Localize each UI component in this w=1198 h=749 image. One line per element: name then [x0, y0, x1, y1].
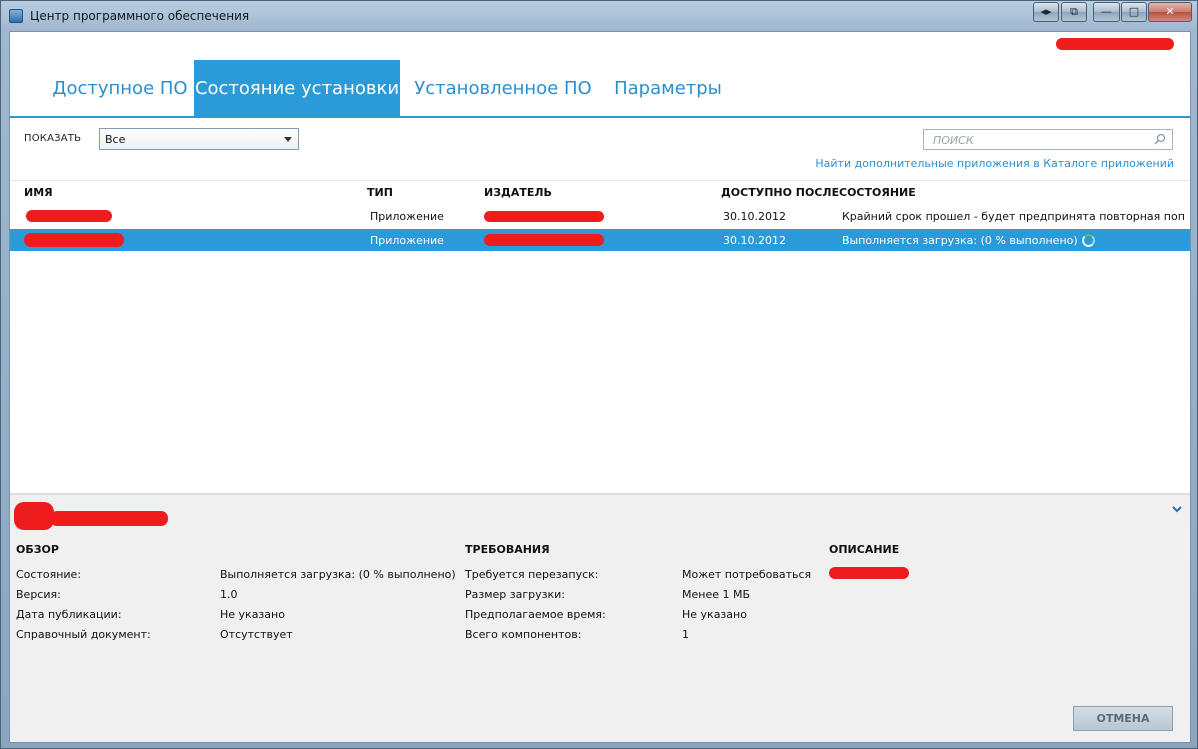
row-status: Крайний срок прошел - будет предпринята …	[842, 210, 1184, 223]
overview-label: Состояние:	[16, 568, 82, 581]
overview-title: ОБЗОР	[16, 543, 59, 556]
cancel-button[interactable]: ОТМЕНА	[1073, 706, 1173, 731]
row-available-after: 30.10.2012	[723, 210, 786, 223]
chevron-down-icon[interactable]	[1172, 505, 1182, 513]
row-type: Приложение	[370, 234, 444, 247]
requirements-title: ТРЕБОВАНИЯ	[465, 543, 550, 556]
loading-spinner-icon	[1081, 234, 1095, 247]
redacted-publisher	[484, 211, 604, 222]
column-header-type[interactable]: ТИП	[367, 186, 393, 199]
tab-options[interactable]: Параметры	[608, 60, 728, 116]
tab-installation-status[interactable]: Состояние установки	[194, 60, 400, 116]
redacted-user-name	[1056, 38, 1174, 50]
description-title: ОПИСАНИЕ	[829, 543, 900, 556]
client-area: Доступное ПО Состояние установки Установ…	[9, 31, 1191, 743]
requirements-value: Менее 1 МБ	[682, 588, 751, 601]
requirements-value: Может потребоваться	[682, 568, 812, 581]
overview-label: Дата публикации:	[16, 608, 122, 621]
table-row-selected[interactable]: Приложение 30.10.2012 Выполняется загруз…	[10, 229, 1190, 251]
requirements-value: 1	[682, 628, 689, 641]
window-title: Центр программного обеспечения	[30, 9, 250, 23]
search-placeholder: ПОИСК	[933, 134, 974, 147]
row-type: Приложение	[370, 210, 444, 223]
redacted-app-name	[24, 233, 124, 247]
filter-selected-value: Все	[105, 133, 126, 146]
nav-arrows-icon[interactable]: ◂▸	[1033, 2, 1059, 22]
redacted-app-title	[50, 511, 168, 526]
table-row[interactable]: Приложение 30.10.2012 Крайний срок проше…	[10, 205, 1190, 227]
column-header-name[interactable]: ИМЯ	[24, 186, 53, 199]
overview-value: 1.0	[220, 588, 238, 601]
details-pane: ОБЗОР Состояние: Выполняется загрузка: (…	[10, 493, 1190, 742]
redacted-description	[829, 567, 909, 579]
row-status-cell: Выполняется загрузка: (0 % выполнено)	[842, 234, 1095, 247]
chevron-down-icon	[284, 137, 292, 142]
software-center-icon	[9, 9, 23, 23]
requirements-label: Всего компонентов:	[465, 628, 582, 641]
minimize-button[interactable]: —	[1093, 2, 1120, 22]
overview-label: Версия:	[16, 588, 61, 601]
tab-installed-software[interactable]: Установленное ПО	[412, 60, 594, 116]
requirements-label: Требуется перезапуск:	[465, 568, 599, 581]
requirements-label: Размер загрузки:	[465, 588, 565, 601]
catalog-link[interactable]: Найти дополнительные приложения в Катало…	[815, 157, 1174, 170]
requirements-value: Не указано	[682, 608, 747, 621]
column-header-publisher[interactable]: ИЗДАТЕЛЬ	[484, 186, 552, 199]
tab-bar: Доступное ПО Состояние установки Установ…	[10, 60, 1190, 118]
column-header-available-after[interactable]: ДОСТУПНО ПОСЛЕ	[721, 186, 839, 199]
filter-label: ПОКАЗАТЬ	[24, 133, 82, 144]
filter-dropdown[interactable]: Все	[99, 128, 299, 150]
software-center-window: Центр программного обеспечения ◂▸ ⧉ — □ …	[0, 0, 1198, 749]
redacted-app-name	[26, 210, 112, 222]
overview-value: Выполняется загрузка: (0 % выполнено)	[220, 568, 456, 581]
requirements-label: Предполагаемое время:	[465, 608, 606, 621]
overview-value: Не указано	[220, 608, 285, 621]
row-status: Выполняется загрузка: (0 % выполнено)	[842, 234, 1078, 247]
search-box[interactable]: ПОИСК	[923, 129, 1173, 150]
row-available-after: 30.10.2012	[723, 234, 786, 247]
divider	[10, 180, 1190, 181]
snap-icon[interactable]: ⧉	[1061, 2, 1087, 22]
tab-available-software[interactable]: Доступное ПО	[32, 60, 208, 116]
redacted-app-icon	[14, 502, 54, 530]
title-bar[interactable]: Центр программного обеспечения ◂▸ ⧉ — □ …	[1, 1, 1197, 31]
overview-label: Справочный документ:	[16, 628, 151, 641]
close-button[interactable]: ✕	[1148, 2, 1192, 22]
redacted-publisher	[484, 234, 604, 246]
column-header-status[interactable]: СОСТОЯНИЕ	[839, 186, 916, 199]
overview-value: Отсутствует	[220, 628, 293, 641]
search-icon[interactable]	[1154, 133, 1166, 145]
maximize-button[interactable]: □	[1121, 2, 1147, 22]
